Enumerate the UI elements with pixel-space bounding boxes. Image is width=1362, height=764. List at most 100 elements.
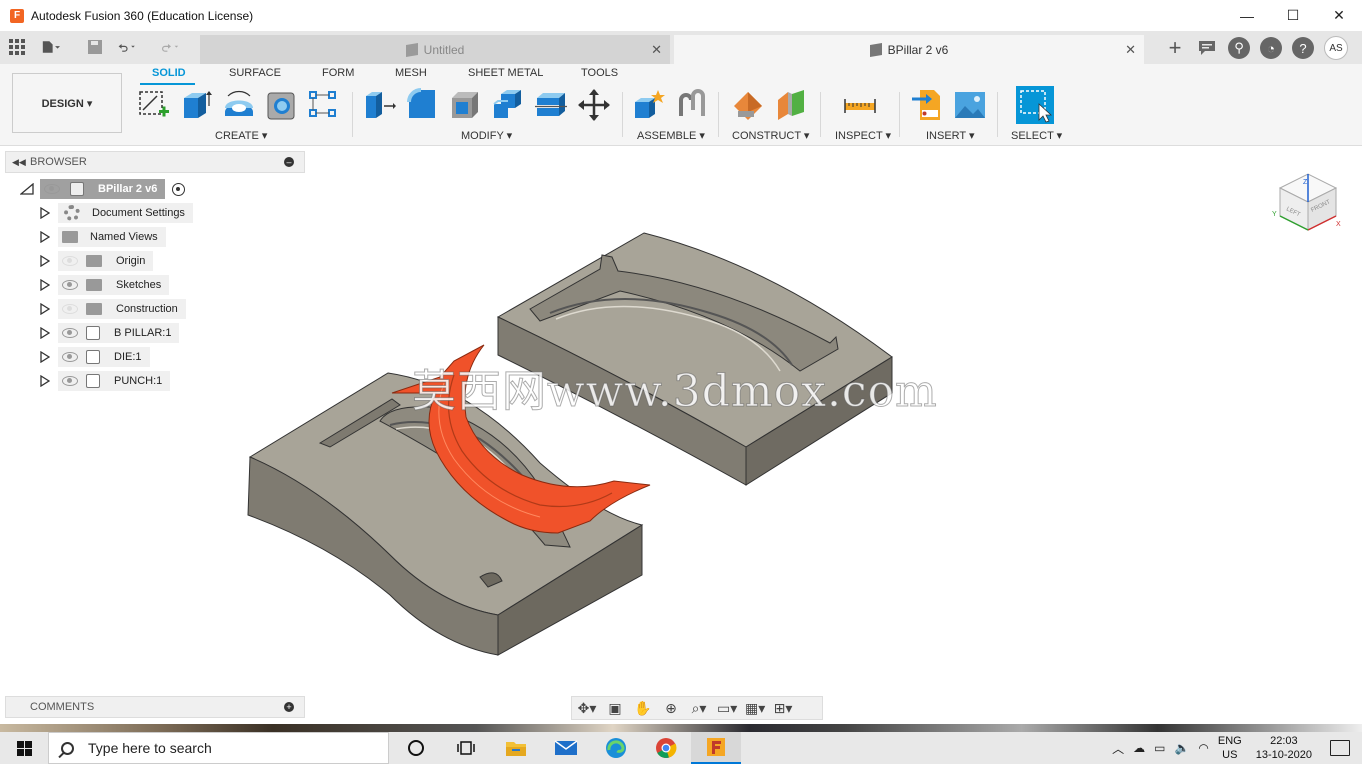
browser-item-named-views[interactable]: Named Views [58,227,166,247]
split-body-icon[interactable] [534,88,568,122]
user-avatar[interactable]: AS [1324,36,1348,60]
collapsed-triangle-icon[interactable] [40,351,50,363]
task-view-icon[interactable] [441,732,491,764]
viewport-model[interactable] [240,225,960,665]
mail-icon[interactable] [541,732,591,764]
undo-icon[interactable] [118,38,136,56]
fusion-taskbar-icon[interactable] [691,732,741,764]
redo-icon[interactable] [162,38,180,56]
move-copy-icon[interactable] [577,88,611,122]
tab-mesh[interactable]: MESH [395,67,427,79]
tab-form[interactable]: FORM [322,67,354,79]
collapsed-triangle-icon[interactable] [40,279,50,291]
visibility-eye-icon[interactable] [62,376,78,386]
taskbar-clock[interactable]: 22:03 13-10-2020 [1256,734,1312,762]
add-comment-icon[interactable]: + [284,702,294,712]
pan-hand-icon[interactable]: ✋ [633,700,653,717]
create-sketch-icon[interactable] [137,88,171,122]
close-tab-icon[interactable]: ✕ [1125,42,1136,58]
tab-surface[interactable]: SURFACE [229,67,281,79]
visibility-eye-icon[interactable] [44,184,60,194]
collapsed-triangle-icon[interactable] [40,375,50,387]
browser-root-node[interactable]: BPillar 2 v6 [40,179,166,199]
zoom-icon[interactable]: ⊕ [661,700,681,717]
comments-panel-header[interactable]: COMMENTS + [5,696,305,718]
combine-icon[interactable] [491,88,525,122]
notifications-icon[interactable] [1196,37,1218,59]
close-window-button[interactable]: ✕ [1316,0,1362,31]
fillet-icon[interactable] [405,88,439,122]
browser-item-construction[interactable]: Construction [58,299,186,319]
wifi-icon[interactable]: ◠ [1198,741,1208,755]
language-indicator[interactable]: ENG US [1218,734,1242,762]
display-settings-icon[interactable]: ▭▾ [717,700,737,717]
insert-svg-icon[interactable] [910,88,944,122]
joint-icon[interactable] [675,88,709,122]
taskbar-search-box[interactable]: Type here to search [48,732,389,764]
grid-settings-icon[interactable]: ▦▾ [745,700,765,717]
visibility-eye-icon[interactable] [62,304,78,314]
construct-menu[interactable]: CONSTRUCT ▾ [732,129,809,142]
extrude-icon[interactable] [180,88,214,122]
offset-plane-icon[interactable] [732,88,766,122]
browser-item-die[interactable]: DIE:1 [58,347,150,367]
visibility-eye-icon[interactable] [62,328,78,338]
new-component-icon[interactable] [632,88,666,122]
browser-item-sketches[interactable]: Sketches [58,275,170,295]
modify-menu[interactable]: MODIFY ▾ [461,129,512,142]
canvas-image-icon[interactable] [953,88,987,122]
jobs-status-icon[interactable]: ⚲ [1228,37,1250,59]
tab-untitled[interactable]: Untitled ✕ [200,35,670,64]
viewports-icon[interactable]: ⊞▾ [773,700,793,717]
workspace-switcher-button[interactable]: DESIGN ▾ [12,73,122,133]
battery-icon[interactable]: ▭ [1154,741,1165,755]
shell-icon[interactable] [448,88,482,122]
collapsed-triangle-icon[interactable] [40,327,50,339]
look-at-icon[interactable]: ▣ [605,700,625,717]
assemble-menu[interactable]: ASSEMBLE ▾ [637,129,705,142]
select-menu[interactable]: SELECT ▾ [1011,129,1062,142]
collapsed-triangle-icon[interactable] [40,303,50,315]
save-icon[interactable] [86,38,104,56]
visibility-eye-icon[interactable] [62,352,78,362]
insert-menu[interactable]: INSERT ▾ [926,129,975,142]
tab-solid[interactable]: SOLID [152,67,186,79]
notification-center-icon[interactable] [1330,740,1350,756]
start-button[interactable] [0,732,48,764]
edge-browser-icon[interactable] [591,732,641,764]
browser-item-punch[interactable]: PUNCH:1 [58,371,171,391]
browser-item-b-pillar[interactable]: B PILLAR:1 [58,323,180,343]
collapsed-triangle-icon[interactable] [40,231,50,243]
minimize-button[interactable]: — [1224,0,1270,31]
volume-icon[interactable]: 🔈 [1174,741,1189,755]
expanded-triangle-icon[interactable] [20,183,34,195]
show-hidden-icons-chevron[interactable]: ︿ [1112,740,1124,757]
file-explorer-icon[interactable] [491,732,541,764]
viewcube[interactable]: Z LEFT FRONT X Y [1272,168,1342,238]
history-clock-icon[interactable]: ◔ [1260,37,1282,59]
tab-tools[interactable]: TOOLS [581,67,618,79]
revolve-icon[interactable] [222,88,256,122]
orbit-icon[interactable]: ✥▾ [577,700,597,717]
fit-window-icon[interactable]: ⌕▾ [689,700,709,717]
create-menu[interactable]: CREATE ▾ [215,129,267,142]
select-tool-icon[interactable] [1016,86,1054,124]
press-pull-icon[interactable] [362,88,396,122]
visibility-eye-icon[interactable] [62,256,78,266]
browser-item-document-settings[interactable]: Document Settings [58,203,193,223]
help-icon[interactable]: ? [1292,37,1314,59]
browser-panel-header[interactable]: ◀◀ BROWSER – [5,151,305,173]
visibility-eye-icon[interactable] [62,280,78,290]
collapsed-triangle-icon[interactable] [40,255,50,267]
new-tab-plus-icon[interactable]: + [1164,35,1186,60]
measure-icon[interactable] [843,88,877,122]
app-grid-icon[interactable] [8,38,26,56]
maximize-button[interactable]: ☐ [1270,0,1316,31]
plane-at-angle-icon[interactable] [775,88,809,122]
onedrive-cloud-icon[interactable]: ☁ [1133,741,1145,755]
hole-icon[interactable] [265,88,299,122]
chrome-browser-icon[interactable] [641,732,691,764]
activate-radio-icon[interactable] [172,183,185,196]
close-tab-icon[interactable]: ✕ [651,42,662,58]
tab-sheet-metal[interactable]: SHEET METAL [468,67,543,79]
